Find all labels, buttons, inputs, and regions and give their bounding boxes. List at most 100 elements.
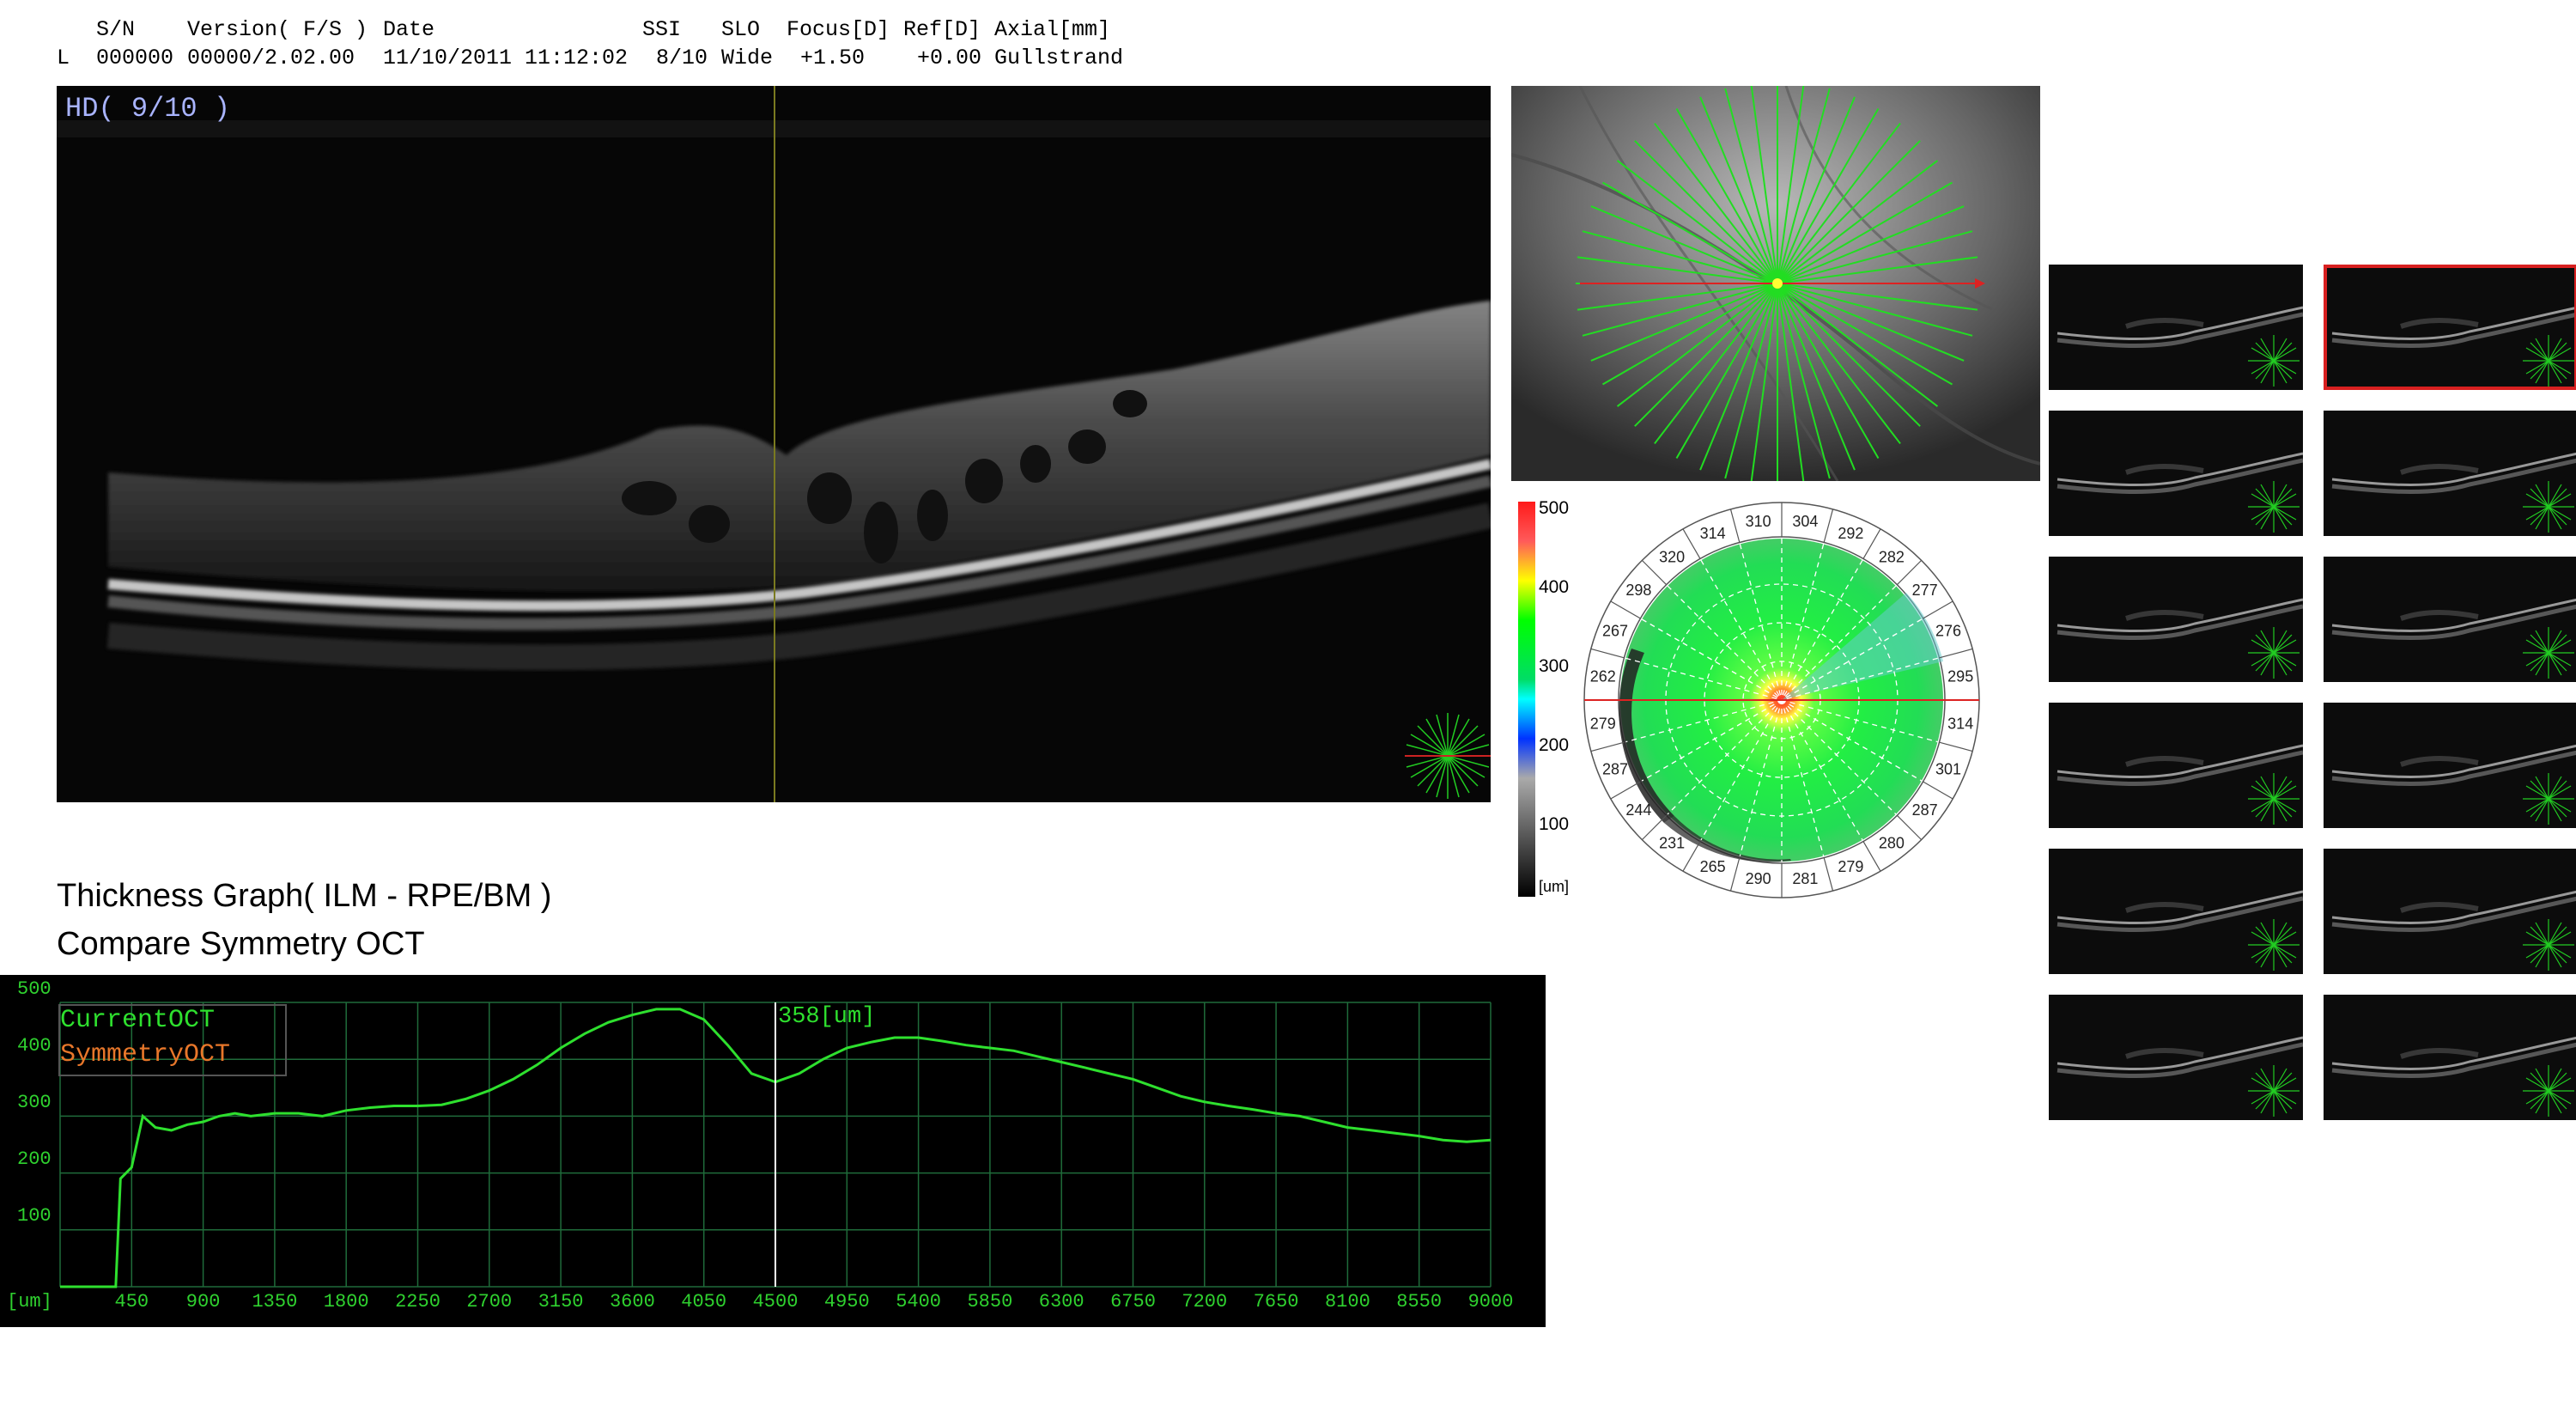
y-tick-label: 400 [17, 1035, 52, 1057]
polar-sector-value: 287 [1602, 760, 1628, 777]
thickness-colorbar: 500 400 300 200 100 [um] [1518, 498, 1587, 902]
colorbar-label-500: 500 [1539, 498, 1570, 518]
polar-sector-value: 320 [1659, 548, 1685, 565]
polar-sector-value: 244 [1625, 801, 1651, 819]
thumbnail-graphic [2049, 557, 2303, 682]
header-version-label: Version( F/S ) [187, 17, 368, 42]
y-tick-label: 300 [17, 1092, 52, 1113]
bscan-thumbnail[interactable] [2049, 557, 2303, 682]
polar-sector-value: 298 [1625, 582, 1651, 599]
bscan-graphic [57, 86, 1491, 802]
bscan-thumbnail[interactable] [2324, 411, 2576, 536]
header-ref: +0.00 [917, 46, 982, 70]
header-date: 11/10/2011 11:12:02 [383, 46, 629, 70]
polar-sector-value: 282 [1879, 548, 1905, 565]
bscan-thumbnail[interactable] [2324, 265, 2576, 390]
header-sn-label: S/N [96, 17, 136, 42]
thumbnail-graphic [2324, 411, 2576, 536]
thumbnail-graphic [2049, 411, 2303, 536]
x-tick-label: 2250 [395, 1291, 440, 1313]
polar-thickness-map[interactable]: 304 292 282 277 276 295 314 301 287 280 279 281 290 2… [1580, 498, 1984, 902]
header-ref-label: Ref[D] [903, 17, 981, 42]
header-axial-label: Axial[mm] [994, 17, 1111, 42]
legend-current-oct: CurrentOCT [60, 1006, 216, 1035]
polar-sector-value: 279 [1838, 858, 1863, 875]
slo-graphic [1511, 86, 2040, 481]
colorbar-label-100: 100 [1539, 814, 1570, 834]
polar-sector-value: 314 [1700, 525, 1726, 542]
header-axial: Gullstrand [994, 46, 1124, 70]
header-sn: 000000 [96, 46, 174, 70]
bscan-thumbnail[interactable] [2324, 995, 2576, 1120]
header-slo-label: SLO [721, 17, 761, 42]
colorbar-label-400: 400 [1539, 577, 1570, 597]
x-tick-label: 4950 [823, 1291, 870, 1313]
thumbnail-graphic [2049, 265, 2303, 390]
bscan-thumbnail[interactable] [2049, 265, 2303, 390]
bscan-thumbnail[interactable] [2049, 703, 2303, 828]
x-tick-label: 900 [185, 1291, 221, 1313]
thumbnail-graphic [2049, 849, 2303, 974]
polar-sector-value: 262 [1590, 668, 1616, 685]
header-slo: Wide [721, 46, 774, 70]
bscan-thumbnail[interactable] [2049, 411, 2303, 536]
polar-sector-value: 290 [1746, 870, 1771, 887]
thumbnail-graphic [2324, 265, 2576, 390]
scan-info-header: S/N Version( F/S ) Date SSI SLO Focus[D]… [0, 15, 1123, 554]
oct-bscan-image[interactable]: HD( 9/10 ) [57, 86, 1491, 802]
x-tick-label: 450 [114, 1291, 149, 1313]
legend-symmetry-oct: SymmetryOCT [60, 1040, 231, 1069]
polar-sector-value: 277 [1912, 582, 1938, 599]
polar-sector-value: 287 [1912, 801, 1938, 819]
header-focus: +1.50 [800, 46, 866, 70]
y-tick-label: 200 [17, 1148, 52, 1170]
x-tick-label: 4500 [752, 1291, 799, 1313]
polar-sector-value: 280 [1879, 835, 1905, 852]
x-tick-label: 1350 [252, 1291, 298, 1313]
header-ssi-label: SSI [642, 17, 682, 42]
bscan-thumbnail[interactable] [2049, 849, 2303, 974]
colorbar-unit: [um] [1539, 878, 1570, 895]
thumbnail-graphic [2049, 703, 2303, 828]
bscan-thumbnail[interactable] [2324, 849, 2576, 974]
x-tick-label: 7200 [1182, 1291, 1228, 1313]
thickness-graph-subtitle: Compare Symmetry OCT [57, 926, 425, 962]
bscan-thumbnail-grid [2049, 265, 2576, 1124]
header-focus-label: Focus[D] [787, 17, 890, 42]
polar-sector-value: 281 [1792, 870, 1818, 887]
x-tick-label: 9000 [1467, 1291, 1514, 1313]
polar-sector-value: 292 [1838, 525, 1863, 542]
x-tick-label: 7650 [1253, 1291, 1299, 1313]
thumbnail-graphic [2324, 557, 2576, 682]
y-tick-label: 500 [17, 978, 52, 1000]
thumbnail-graphic [2324, 703, 2576, 828]
colorbar-label-300: 300 [1539, 656, 1570, 676]
header-version: 00000/2.02.00 [187, 46, 355, 70]
polar-sector-value: 279 [1590, 715, 1616, 732]
thickness-graph[interactable]: CurrentOCT SymmetryOCT 358[um] 500 400 3… [0, 975, 1546, 1327]
thumbnail-graphic [2324, 849, 2576, 974]
polar-sector-value: 314 [1947, 715, 1973, 732]
colorbar-gradient [1518, 502, 1535, 897]
x-tick-label: 3600 [609, 1291, 655, 1313]
header-ssi: 8/10 [656, 46, 708, 70]
x-tick-label: 6300 [1038, 1291, 1084, 1313]
x-tick-label: 5850 [967, 1291, 1013, 1313]
x-tick-label: 1800 [323, 1291, 369, 1313]
polar-map-graphic: 304 292 282 277 276 295 314 301 287 280 279 281 290 2… [1583, 502, 1980, 898]
polar-sector-value: 276 [1935, 623, 1961, 640]
header-date-label: Date [383, 17, 435, 42]
polar-sector-value: 295 [1947, 668, 1973, 685]
x-tick-label: 2700 [466, 1291, 513, 1313]
thickness-graph-title: Thickness Graph( ILM - RPE/BM ) [57, 878, 552, 914]
x-unit-label: [um] [7, 1291, 52, 1313]
slo-fundus-image[interactable] [1511, 86, 2040, 481]
polar-sector-value: 265 [1700, 858, 1726, 875]
bscan-thumbnail[interactable] [2324, 557, 2576, 682]
colorbar-label-200: 200 [1539, 735, 1570, 755]
polar-sector-value: 231 [1659, 835, 1685, 852]
bscan-thumbnail[interactable] [2324, 703, 2576, 828]
bscan-thumbnail[interactable] [2049, 995, 2303, 1120]
x-tick-label: 4050 [681, 1291, 727, 1313]
x-tick-label: 8100 [1324, 1291, 1370, 1313]
